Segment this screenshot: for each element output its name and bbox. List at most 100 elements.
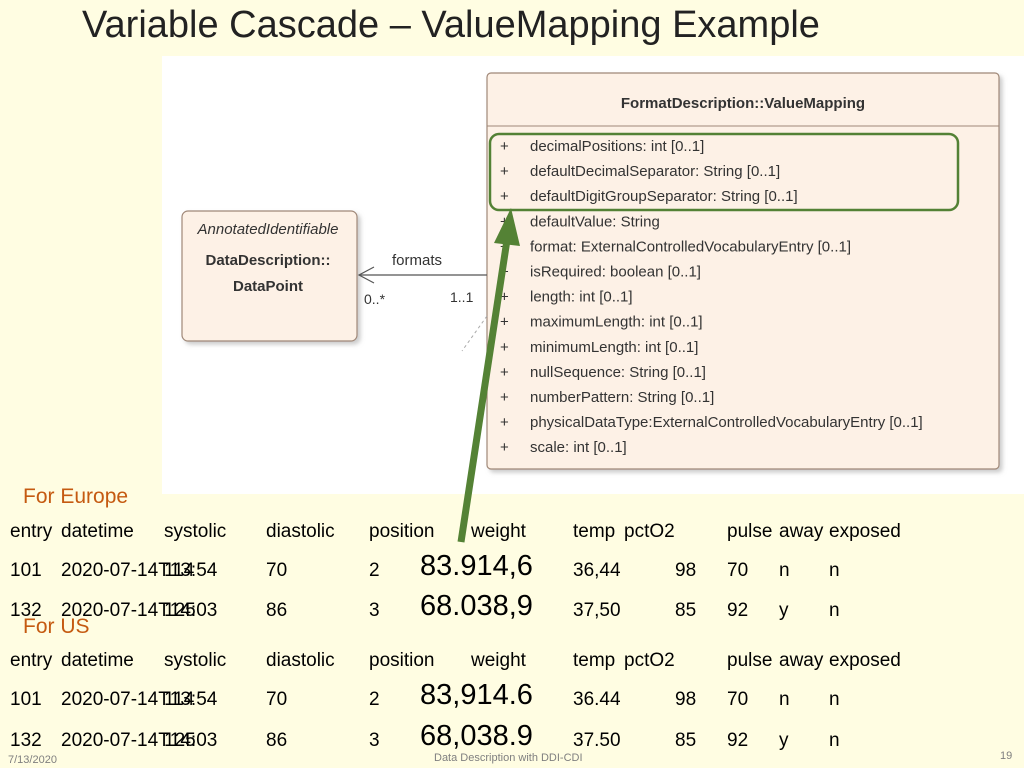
attribute-visibility: + (500, 364, 509, 381)
table-cell: 98 (675, 689, 697, 710)
table-cell: n (779, 560, 790, 581)
association-dashed-link (461, 315, 488, 352)
page-number: 19 (1000, 750, 1013, 762)
us-section-label: For US (23, 615, 90, 638)
footer-date: 7/13/2020 (8, 754, 57, 766)
attribute-visibility: + (500, 314, 509, 331)
table-cell: n (779, 689, 790, 710)
table-cell: 92 (727, 730, 749, 751)
table-cell: y (779, 730, 789, 751)
table-cell: 132 (10, 730, 42, 751)
attribute-visibility: + (500, 289, 509, 306)
column-header: weight (471, 521, 526, 542)
attribute-row: numberPattern: String [0..1] (530, 389, 714, 406)
table-cell: 86 (266, 730, 288, 751)
table-cell: 101 (10, 560, 42, 581)
datapoint-stereotype: AnnotatedIdentifiable (197, 221, 339, 238)
valuemapping-class-box: FormatDescription::ValueMapping + decimal… (486, 72, 1000, 470)
weight-cell: 83.914,6 (420, 550, 533, 582)
column-header: diastolic (266, 650, 335, 671)
weight-cell: 68.038,9 (420, 590, 533, 622)
table-cell: 114 (164, 560, 195, 581)
association-role: formats (392, 252, 442, 269)
column-header: away (779, 650, 824, 671)
table-cell: 37.50 (573, 730, 621, 751)
column-header: temp (573, 650, 616, 671)
table-cell: n (829, 600, 840, 621)
attribute-visibility: + (500, 339, 509, 356)
attribute-row: nullSequence: String [0..1] (530, 364, 706, 381)
column-header: pulse (727, 650, 773, 671)
table-cell: 36,44 (573, 560, 621, 581)
attribute-row: isRequired: boolean [0..1] (530, 264, 701, 281)
attribute-row: defaultDecimalSeparator: String [0..1] (530, 163, 780, 180)
attribute-visibility: + (500, 389, 509, 406)
column-header: pulse (727, 521, 773, 542)
association-mult-source: 1..1 (450, 289, 474, 305)
table-cell: n (829, 730, 840, 751)
column-header: pctO2 (624, 650, 675, 671)
attribute-visibility: + (500, 238, 509, 255)
table-cell: 70 (727, 689, 749, 710)
column-header: entry (10, 650, 53, 671)
attribute-visibility: + (500, 138, 509, 155)
table-cell: 85 (675, 600, 697, 621)
weight-cell: 68,038.9 (420, 720, 533, 752)
attribute-visibility: + (500, 188, 509, 205)
formats-association: formats 0..* 1..1 (357, 252, 488, 352)
attribute-row: decimalPositions: int [0..1] (530, 138, 704, 155)
column-header: entry (10, 521, 53, 542)
column-header: datetime (61, 521, 134, 542)
association-mult-target: 0..* (364, 291, 386, 307)
column-header: diastolic (266, 521, 335, 542)
table-cell: y (779, 600, 789, 621)
table-cell: 98 (675, 560, 697, 581)
attribute-row: length: int [0..1] (530, 289, 633, 306)
attribute-row: format: ExternalControlledVocabularyEntr… (530, 238, 851, 255)
column-header: systolic (164, 521, 227, 542)
table-cell: 114 (164, 689, 195, 710)
table-cell: n (829, 560, 840, 581)
table-cell: 70 (727, 560, 749, 581)
attribute-visibility: + (500, 213, 509, 230)
table-cell: 85 (675, 730, 697, 751)
table-cell: n (829, 689, 840, 710)
table-cell: 2 (369, 560, 380, 581)
class-box-title: FormatDescription::ValueMapping (621, 95, 865, 112)
table-cell: 2 (369, 689, 380, 710)
column-header: pctO2 (624, 521, 675, 542)
datapoint-class-box: AnnotatedIdentifiable DataDescription:: … (181, 210, 358, 342)
column-header: weight (471, 650, 526, 671)
uml-diagram: FormatDescription::ValueMapping + decimal… (162, 56, 1024, 494)
column-header: position (369, 521, 435, 542)
attribute-visibility: + (500, 439, 509, 456)
column-header: position (369, 650, 435, 671)
attribute-visibility: + (500, 163, 509, 180)
attribute-visibility: + (500, 264, 509, 281)
attribute-row: defaultValue: String (530, 213, 660, 230)
table-cell: 92 (727, 600, 749, 621)
table-cell: 3 (369, 730, 380, 751)
table-cell: 86 (266, 600, 288, 621)
footer-title: Data Description with DDI-CDI (434, 752, 583, 764)
attribute-row: maximumLength: int [0..1] (530, 314, 703, 331)
table-cell: 125 (164, 600, 196, 621)
table-cell: 125 (164, 730, 196, 751)
column-header: systolic (164, 650, 227, 671)
slide-title: Variable Cascade – ValueMapping Example (82, 4, 820, 46)
attribute-row: minimumLength: int [0..1] (530, 339, 698, 356)
table-cell: 3 (369, 600, 380, 621)
table-cell: 36.44 (573, 689, 621, 710)
weight-cell: 83,914.6 (420, 679, 533, 711)
column-header: exposed (829, 521, 901, 542)
column-header: away (779, 521, 824, 542)
table-cell: 70 (266, 560, 288, 581)
uml-canvas: FormatDescription::ValueMapping + decimal… (181, 72, 1000, 470)
column-header: exposed (829, 650, 901, 671)
column-header: temp (573, 521, 616, 542)
attribute-row: defaultDigitGroupSeparator: String [0..1… (530, 188, 798, 205)
attribute-visibility: + (500, 414, 509, 431)
table-cell: 70 (266, 689, 288, 710)
datapoint-name-line2: DataPoint (233, 278, 303, 295)
table-cell: 37,50 (573, 600, 621, 621)
